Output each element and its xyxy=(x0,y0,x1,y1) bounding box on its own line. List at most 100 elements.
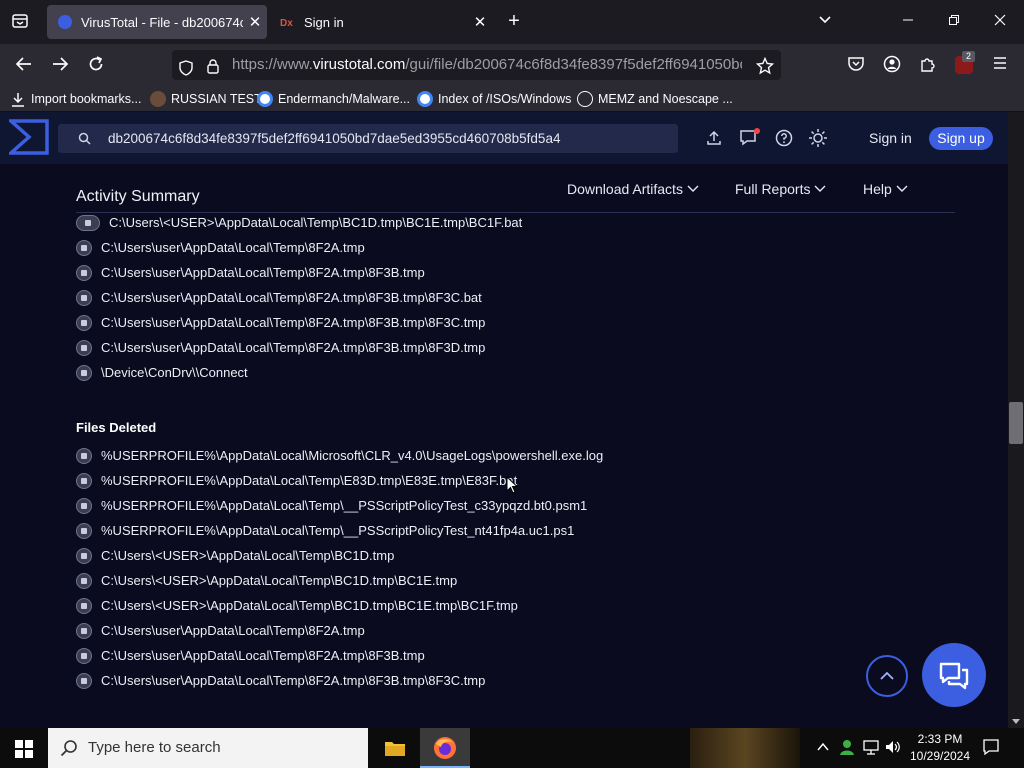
bookmark-index-isos[interactable]: Index of /ISOs/Windows xyxy=(417,86,571,112)
bookmark-memz[interactable]: MEMZ and Noescape ... xyxy=(577,86,733,112)
extensions-puzzle-icon[interactable] xyxy=(918,55,938,79)
file-icon xyxy=(76,622,92,639)
notifications-chat-icon[interactable] xyxy=(738,127,762,152)
minimize-window-icon[interactable] xyxy=(898,12,918,32)
show-hidden-icons-chevron-icon[interactable] xyxy=(816,740,830,759)
file-icon xyxy=(76,264,92,281)
close-window-icon[interactable] xyxy=(990,12,1010,32)
file-path: C:\Users\<USER>\AppData\Local\Temp\BC1D.… xyxy=(101,573,458,588)
tab-virustotal[interactable]: VirusTotal - File - db200674c6f8c ✕ xyxy=(47,5,267,39)
volume-icon[interactable] xyxy=(884,739,902,760)
bookmark-import[interactable]: Import bookmarks... xyxy=(10,86,141,112)
taskbar-wallpaper-peek xyxy=(690,728,800,768)
scroll-down-arrow-icon[interactable] xyxy=(1010,714,1022,724)
pocket-icon[interactable] xyxy=(846,55,866,79)
file-path: C:\Users\user\AppData\Local\Temp\8F2A.tm… xyxy=(101,623,365,638)
file-icon xyxy=(76,447,92,464)
file-path: C:\Users\user\AppData\Local\Temp\8F2A.tm… xyxy=(101,265,425,280)
file-path: C:\Users\user\AppData\Local\Temp\8F2A.tm… xyxy=(101,340,486,355)
lock-icon[interactable] xyxy=(206,56,220,80)
chat-support-button[interactable] xyxy=(922,643,986,707)
file-icon xyxy=(76,497,92,514)
tab-sign-in[interactable]: Dx Sign in ✕ xyxy=(270,5,492,39)
file-icon xyxy=(76,522,92,539)
file-icon xyxy=(76,597,92,614)
bookmark-label: Endermanch/Malware... xyxy=(278,92,411,106)
upload-icon[interactable] xyxy=(704,129,724,152)
chat-bubbles-icon xyxy=(938,661,970,696)
file-path: %USERPROFILE%\AppData\Local\Microsoft\CL… xyxy=(101,448,604,463)
file-path: C:\Users\<USER>\AppData\Local\Temp\BC1D.… xyxy=(101,548,395,563)
windows-logo-icon xyxy=(15,740,33,763)
network-icon[interactable] xyxy=(862,739,880,760)
account-icon[interactable] xyxy=(882,55,902,79)
extension-badge-count: 2 xyxy=(962,51,975,62)
url-text: https://www.virustotal.com/gui/file/db20… xyxy=(232,50,742,80)
tracking-protection-shield-icon[interactable] xyxy=(178,57,194,80)
sign-in-link[interactable]: Sign in xyxy=(869,130,912,146)
virustotal-favicon-icon xyxy=(57,14,73,30)
scrollbar-thumb[interactable] xyxy=(1009,402,1023,444)
google-favicon-icon xyxy=(257,91,273,107)
notification-center-icon[interactable] xyxy=(982,738,1002,761)
list-item: C:\Users\<USER>\AppData\Local\Temp\BC1D.… xyxy=(76,210,522,235)
tab-title: VirusTotal - File - db200674c6f8c xyxy=(81,14,243,30)
bookmark-russian-test[interactable]: RUSSIAN TEST xyxy=(150,86,262,112)
file-icon xyxy=(76,314,92,331)
back-arrow-icon[interactable] xyxy=(14,55,34,79)
taskbar-file-explorer[interactable] xyxy=(370,728,420,768)
user-status-icon[interactable] xyxy=(838,738,856,761)
taskbar-firefox[interactable] xyxy=(420,728,470,768)
file-icon xyxy=(76,472,92,489)
file-path: C:\Users\user\AppData\Local\Temp\8F2A.tm… xyxy=(101,315,486,330)
firefox-icon xyxy=(433,736,457,765)
list-all-tabs-icon[interactable] xyxy=(815,12,835,32)
file-search-input[interactable]: db200674c6f8d34fe8397f5def2ff6941050bd7d… xyxy=(58,124,678,153)
list-item: C:\Users\<USER>\AppData\Local\Temp\BC1D.… xyxy=(76,593,518,618)
chevron-down-icon xyxy=(896,181,908,197)
list-item: C:\Users\user\AppData\Local\Temp\8F2A.tm… xyxy=(76,285,482,310)
hamburger-menu-icon[interactable] xyxy=(990,55,1010,77)
list-item: C:\Users\user\AppData\Local\Temp\8F2A.tm… xyxy=(76,335,485,360)
file-path: C:\Users\user\AppData\Local\Temp\8F2A.tm… xyxy=(101,648,425,663)
download-artifacts-menu[interactable]: Download Artifacts xyxy=(567,181,699,197)
list-item: C:\Users\user\AppData\Local\Temp\8F2A.tm… xyxy=(76,643,425,668)
list-item: C:\Users\<USER>\AppData\Local\Temp\BC1D.… xyxy=(76,543,394,568)
clock-time: 2:33 PM xyxy=(917,732,963,746)
clock-date: 10/29/2024 xyxy=(909,749,971,763)
mouse-cursor-icon xyxy=(506,475,520,501)
help-icon[interactable] xyxy=(774,129,794,152)
theme-sun-icon[interactable] xyxy=(808,128,828,153)
bookmark-label: RUSSIAN TEST xyxy=(171,92,262,106)
close-tab-icon[interactable]: ✕ xyxy=(468,13,492,31)
taskbar-search-box[interactable]: Type here to search xyxy=(48,728,368,768)
full-reports-menu[interactable]: Full Reports xyxy=(735,181,826,197)
virustotal-logo-icon[interactable] xyxy=(6,119,49,160)
bookmark-star-icon[interactable] xyxy=(755,56,775,80)
url-domain: virustotal.com xyxy=(312,56,406,73)
bookmark-endermanch[interactable]: Endermanch/Malware... xyxy=(257,86,410,112)
list-item: C:\Users\user\AppData\Local\Temp\8F2A.tm… xyxy=(76,668,485,693)
list-item: C:\Users\user\AppData\Local\Temp\8F2A.tm… xyxy=(76,235,365,260)
google-favicon-icon xyxy=(417,91,433,107)
forward-arrow-icon[interactable] xyxy=(50,55,70,79)
restore-window-icon[interactable] xyxy=(944,12,964,32)
scroll-to-top-button[interactable] xyxy=(866,655,908,697)
file-icon xyxy=(76,364,92,381)
tab-title: Sign in xyxy=(304,14,344,30)
sign-up-button[interactable]: Sign up xyxy=(929,127,993,150)
start-button[interactable] xyxy=(0,728,48,768)
address-bar[interactable]: https://www.virustotal.com/gui/file/db20… xyxy=(172,50,781,80)
search-placeholder: Type here to search xyxy=(88,739,221,756)
file-icon xyxy=(76,339,92,356)
system-clock[interactable]: 2:33 PM 10/29/2024 xyxy=(905,731,975,765)
list-item: C:\Users\user\AppData\Local\Temp\8F2A.tm… xyxy=(76,310,485,335)
reload-icon[interactable] xyxy=(86,55,106,79)
file-path: %USERPROFILE%\AppData\Local\Temp\__PSScr… xyxy=(101,523,575,538)
tab-list-icon[interactable] xyxy=(10,12,30,36)
help-menu[interactable]: Help xyxy=(863,181,908,197)
new-tab-button[interactable]: + xyxy=(504,11,524,31)
list-item: %USERPROFILE%\AppData\Local\Microsoft\CL… xyxy=(76,443,603,468)
close-tab-icon[interactable]: ✕ xyxy=(243,13,267,31)
file-icon xyxy=(76,672,92,689)
